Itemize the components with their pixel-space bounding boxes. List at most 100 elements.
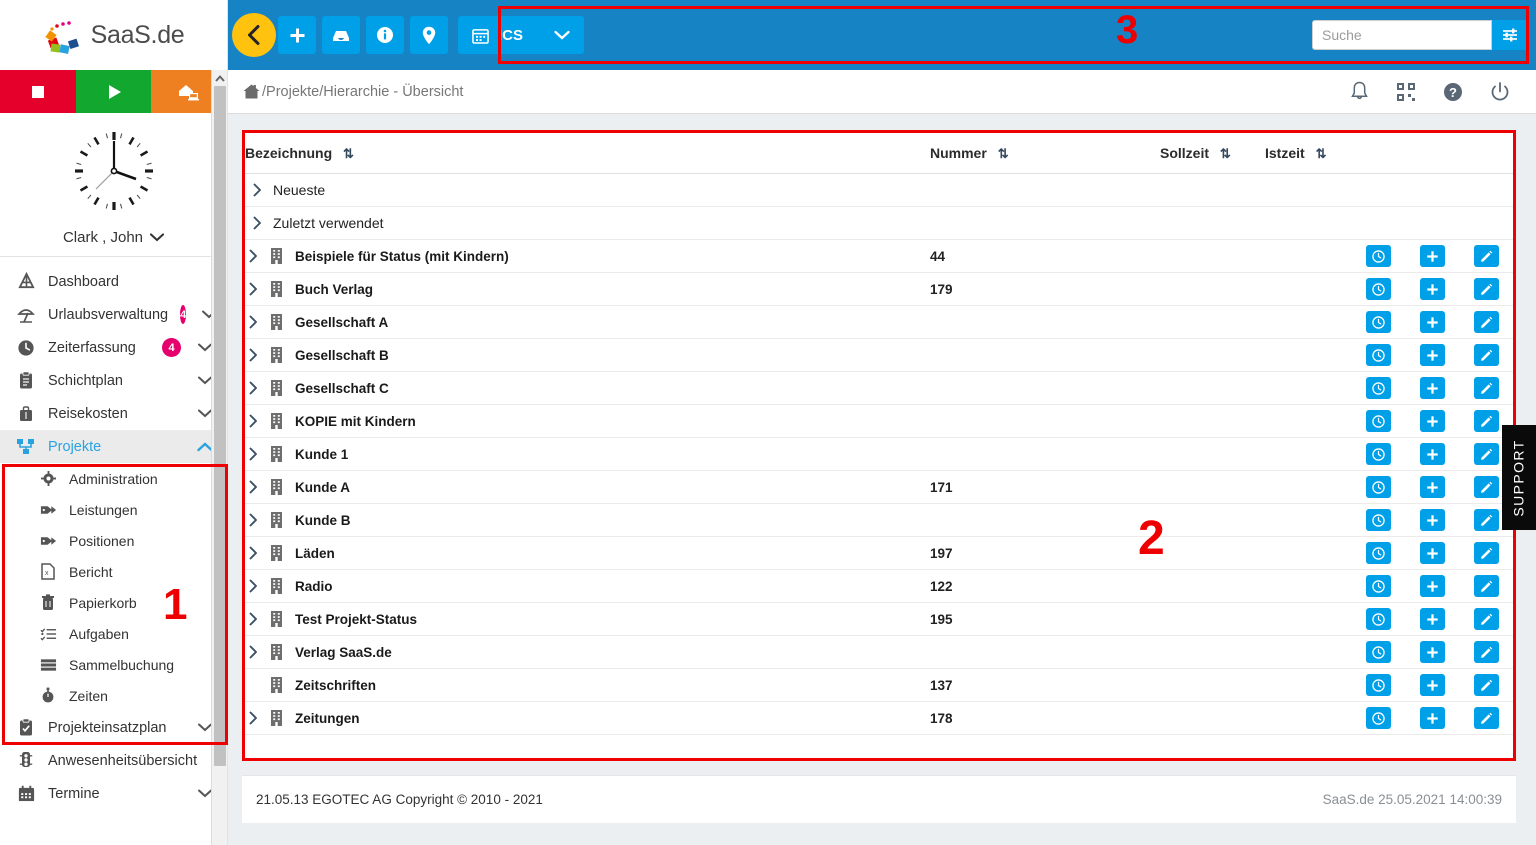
edit-button[interactable] bbox=[1473, 674, 1499, 696]
table-row[interactable]: Zeitungen 178 bbox=[245, 701, 1513, 735]
search-input[interactable] bbox=[1312, 20, 1492, 50]
add-child-button[interactable] bbox=[1419, 707, 1445, 729]
expand-chevron-icon[interactable] bbox=[245, 480, 261, 494]
book-time-button[interactable] bbox=[1365, 674, 1391, 696]
search-filter-button[interactable] bbox=[1492, 20, 1528, 50]
info-button[interactable] bbox=[366, 16, 404, 54]
table-row[interactable]: Beispiele für Status (mit Kindern) 44 bbox=[245, 239, 1513, 273]
sidebar-item-termine[interactable]: Termine bbox=[0, 777, 227, 810]
book-time-button[interactable] bbox=[1365, 707, 1391, 729]
sidebar-item-zeiterfassung[interactable]: Zeiterfassung 4 bbox=[0, 331, 227, 364]
table-row[interactable]: Läden 197 bbox=[245, 536, 1513, 570]
add-button[interactable] bbox=[278, 16, 316, 54]
add-child-button[interactable] bbox=[1419, 674, 1445, 696]
column-header-nummer[interactable]: Nummer ⇅ bbox=[930, 133, 1160, 174]
add-child-button[interactable] bbox=[1419, 443, 1445, 465]
edit-button[interactable] bbox=[1473, 509, 1499, 531]
stop-button[interactable] bbox=[0, 70, 76, 113]
notifications-icon[interactable] bbox=[1350, 81, 1369, 102]
help-icon[interactable]: ? bbox=[1443, 82, 1463, 102]
table-row[interactable]: Buch Verlag 179 bbox=[245, 272, 1513, 306]
expand-chevron-icon[interactable] bbox=[249, 216, 265, 230]
add-child-button[interactable] bbox=[1419, 608, 1445, 630]
edit-button[interactable] bbox=[1473, 641, 1499, 663]
sidebar-item-positionen[interactable]: Positionen bbox=[0, 525, 227, 556]
expand-chevron-icon[interactable] bbox=[245, 579, 261, 593]
sort-updown-icon[interactable]: ⇅ bbox=[998, 146, 1009, 161]
logout-icon[interactable] bbox=[1490, 81, 1510, 102]
sidebar-item-zeiten[interactable]: Zeiten bbox=[0, 680, 227, 711]
edit-button[interactable] bbox=[1473, 245, 1499, 267]
edit-button[interactable] bbox=[1473, 344, 1499, 366]
location-button[interactable] bbox=[410, 16, 448, 54]
add-child-button[interactable] bbox=[1419, 377, 1445, 399]
sort-updown-icon[interactable]: ⇅ bbox=[1316, 146, 1327, 161]
book-time-button[interactable] bbox=[1365, 245, 1391, 267]
book-time-button[interactable] bbox=[1365, 410, 1391, 432]
add-child-button[interactable] bbox=[1419, 410, 1445, 432]
add-child-button[interactable] bbox=[1419, 641, 1445, 663]
expand-chevron-icon[interactable] bbox=[245, 315, 261, 329]
edit-button[interactable] bbox=[1473, 575, 1499, 597]
table-row[interactable]: Kunde A 171 bbox=[245, 470, 1513, 504]
expand-chevron-icon[interactable] bbox=[245, 546, 261, 560]
breadcrumb[interactable]: /Projekte/Hierarchie - Übersicht bbox=[242, 83, 463, 100]
column-header-istzeit[interactable]: Istzeit ⇅ bbox=[1265, 133, 1351, 174]
book-time-button[interactable] bbox=[1365, 509, 1391, 531]
column-header-sollzeit[interactable]: Sollzeit ⇅ bbox=[1160, 133, 1265, 174]
sidebar-item-anwesenheitsuebersicht[interactable]: Anwesenheitsübersicht bbox=[0, 744, 227, 777]
edit-button[interactable] bbox=[1473, 542, 1499, 564]
book-time-button[interactable] bbox=[1365, 344, 1391, 366]
play-button[interactable] bbox=[75, 70, 152, 113]
expand-chevron-icon[interactable] bbox=[245, 612, 261, 626]
sidebar-item-administration[interactable]: Administration bbox=[0, 463, 227, 494]
add-child-button[interactable] bbox=[1419, 344, 1445, 366]
edit-button[interactable] bbox=[1473, 410, 1499, 432]
book-time-button[interactable] bbox=[1365, 641, 1391, 663]
add-child-button[interactable] bbox=[1419, 575, 1445, 597]
table-group-row[interactable]: Neueste bbox=[245, 173, 1513, 207]
sidebar-item-projekteinsatzplan[interactable]: Projekteinsatzplan bbox=[0, 711, 227, 744]
qr-code-icon[interactable] bbox=[1396, 82, 1416, 102]
add-child-button[interactable] bbox=[1419, 311, 1445, 333]
expand-chevron-icon[interactable] bbox=[245, 381, 261, 395]
add-child-button[interactable] bbox=[1419, 476, 1445, 498]
sidebar-item-urlaubsverwaltung[interactable]: Urlaubsverwaltung 4 bbox=[0, 298, 227, 331]
table-row[interactable]: Test Projekt-Status 195 bbox=[245, 602, 1513, 636]
table-group-row[interactable]: Zuletzt verwendet bbox=[245, 206, 1513, 240]
table-row[interactable]: Kunde B bbox=[245, 503, 1513, 537]
book-time-button[interactable] bbox=[1365, 311, 1391, 333]
sidebar-item-papierkorb[interactable]: Papierkorb bbox=[0, 587, 227, 618]
edit-button[interactable] bbox=[1473, 311, 1499, 333]
inbox-button[interactable] bbox=[322, 16, 360, 54]
table-row[interactable]: KOPIE mit Kindern bbox=[245, 404, 1513, 438]
sidebar-item-projekte[interactable]: Projekte bbox=[0, 430, 227, 463]
expand-chevron-icon[interactable] bbox=[245, 348, 261, 362]
edit-button[interactable] bbox=[1473, 278, 1499, 300]
book-time-button[interactable] bbox=[1365, 542, 1391, 564]
sidebar-item-dashboard[interactable]: Dashboard bbox=[0, 265, 227, 298]
edit-button[interactable] bbox=[1473, 476, 1499, 498]
sidebar-scrollbar[interactable] bbox=[211, 70, 227, 845]
expand-chevron-icon[interactable] bbox=[245, 282, 261, 296]
edit-button[interactable] bbox=[1473, 608, 1499, 630]
sidebar-item-schichtplan[interactable]: Schichtplan bbox=[0, 364, 227, 397]
scrollbar-thumb[interactable] bbox=[214, 86, 226, 766]
table-row[interactable]: Kunde 1 bbox=[245, 437, 1513, 471]
edit-button[interactable] bbox=[1473, 707, 1499, 729]
expand-chevron-icon[interactable] bbox=[245, 249, 261, 263]
book-time-button[interactable] bbox=[1365, 278, 1391, 300]
book-time-button[interactable] bbox=[1365, 608, 1391, 630]
table-row[interactable]: Gesellschaft A bbox=[245, 305, 1513, 339]
sidebar-item-reisekosten[interactable]: Reisekosten bbox=[0, 397, 227, 430]
sidebar-item-leistungen[interactable]: Leistungen bbox=[0, 494, 227, 525]
add-child-button[interactable] bbox=[1419, 509, 1445, 531]
table-row[interactable]: Gesellschaft B bbox=[245, 338, 1513, 372]
sort-updown-icon[interactable]: ⇅ bbox=[1220, 146, 1231, 161]
expand-chevron-icon[interactable] bbox=[245, 645, 261, 659]
sidebar-item-bericht[interactable]: x Bericht bbox=[0, 556, 227, 587]
sidebar-item-aufgaben[interactable]: Aufgaben bbox=[0, 618, 227, 649]
table-row[interactable]: Radio 122 bbox=[245, 569, 1513, 603]
scroll-up-icon[interactable] bbox=[212, 70, 227, 86]
book-time-button[interactable] bbox=[1365, 377, 1391, 399]
